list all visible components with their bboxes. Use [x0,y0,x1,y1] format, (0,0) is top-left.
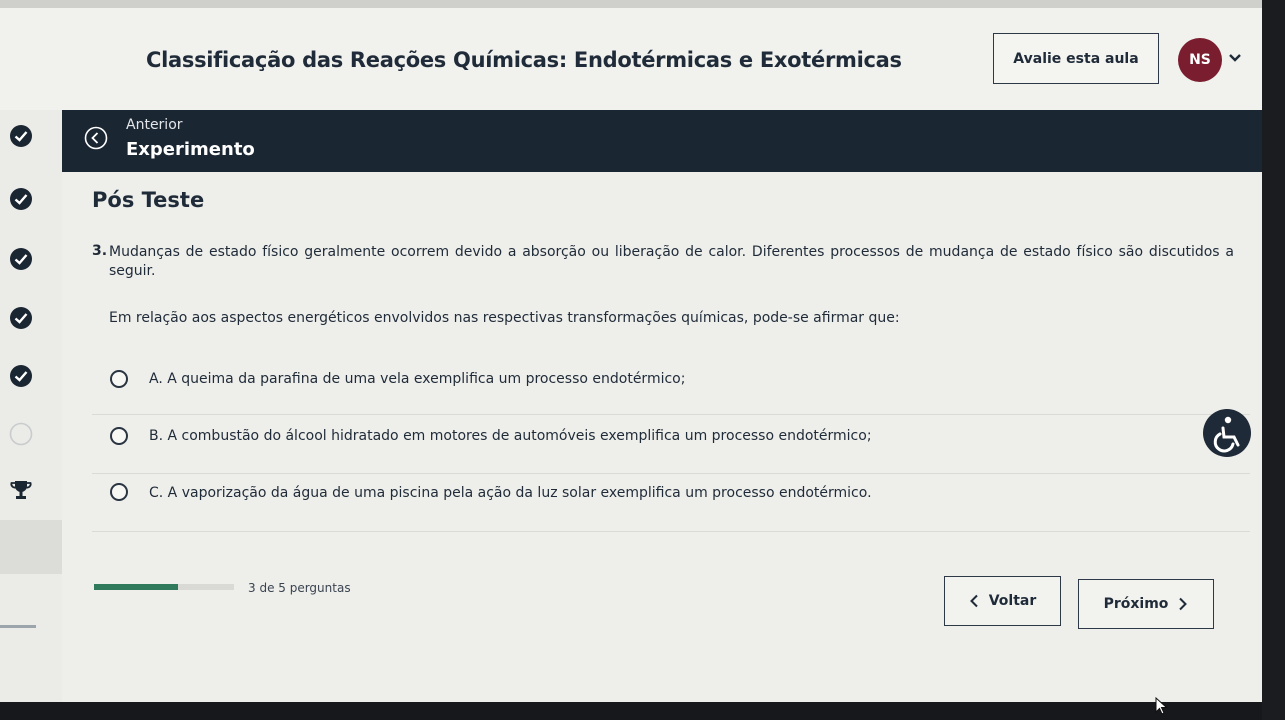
question-number: 3. [92,243,108,259]
chevron-left-icon [969,594,978,608]
check-circle-icon[interactable] [9,187,33,211]
header: Classificação das Reações Químicas: Endo… [0,8,1262,110]
check-circle-icon[interactable] [9,306,33,330]
check-circle-icon[interactable] [9,364,33,388]
chevron-right-icon [1179,597,1188,611]
sidebar-selected-item[interactable] [0,520,62,574]
progress-bar [94,584,234,590]
chevron-down-icon[interactable] [1228,52,1242,64]
back-circle-icon[interactable] [84,126,108,150]
previous-lesson-bar[interactable]: Anterior Experimento [62,110,1262,172]
option-label: B. A combustão do álcool hidratado em mo… [149,428,872,444]
previous-label: Anterior [126,117,183,133]
next-button[interactable]: Próximo [1078,579,1214,629]
divider [92,531,1250,532]
radio-button[interactable] [110,370,128,388]
trophy-icon[interactable] [9,478,33,502]
question-text: Mudanças de estado físico geralmente oco… [109,244,1234,279]
accessibility-icon [1213,416,1240,453]
progress-label: 3 de 5 perguntas [248,581,351,595]
screen-edge [1262,0,1285,720]
section-title: Pós Teste [92,188,205,212]
radio-button[interactable] [110,427,128,445]
check-circle-icon[interactable] [9,124,33,148]
accessibility-button[interactable] [1203,409,1251,457]
top-strip [0,0,1285,8]
course-title: Classificação das Reações Químicas: Endo… [146,48,902,72]
mouse-cursor-icon [1155,697,1168,715]
option-b[interactable]: B. A combustão do álcool hidratado em mo… [92,415,1250,473]
radio-button[interactable] [110,483,128,501]
progress-fill [94,584,178,590]
back-button-label: Voltar [988,593,1037,609]
avatar[interactable]: NS [1178,38,1222,82]
back-button[interactable]: Voltar [944,576,1061,626]
previous-title[interactable]: Experimento [126,139,255,160]
empty-circle-icon[interactable] [9,422,33,446]
option-label: A. A queima da parafina de uma vela exem… [149,371,686,387]
screen-bezel [0,702,1262,720]
sidebar-progress-marker [0,625,36,628]
rate-lesson-button[interactable]: Avalie esta aula [993,33,1159,84]
option-label: C. A vaporização da água de uma piscina … [149,485,872,501]
option-c[interactable]: C. A vaporização da água de uma piscina … [92,474,1250,532]
option-a[interactable]: A. A queima da parafina de uma vela exem… [92,352,1250,410]
next-button-label: Próximo [1103,596,1169,612]
check-circle-icon[interactable] [9,247,33,271]
question-prompt: Em relação aos aspectos energéticos envo… [109,310,900,326]
